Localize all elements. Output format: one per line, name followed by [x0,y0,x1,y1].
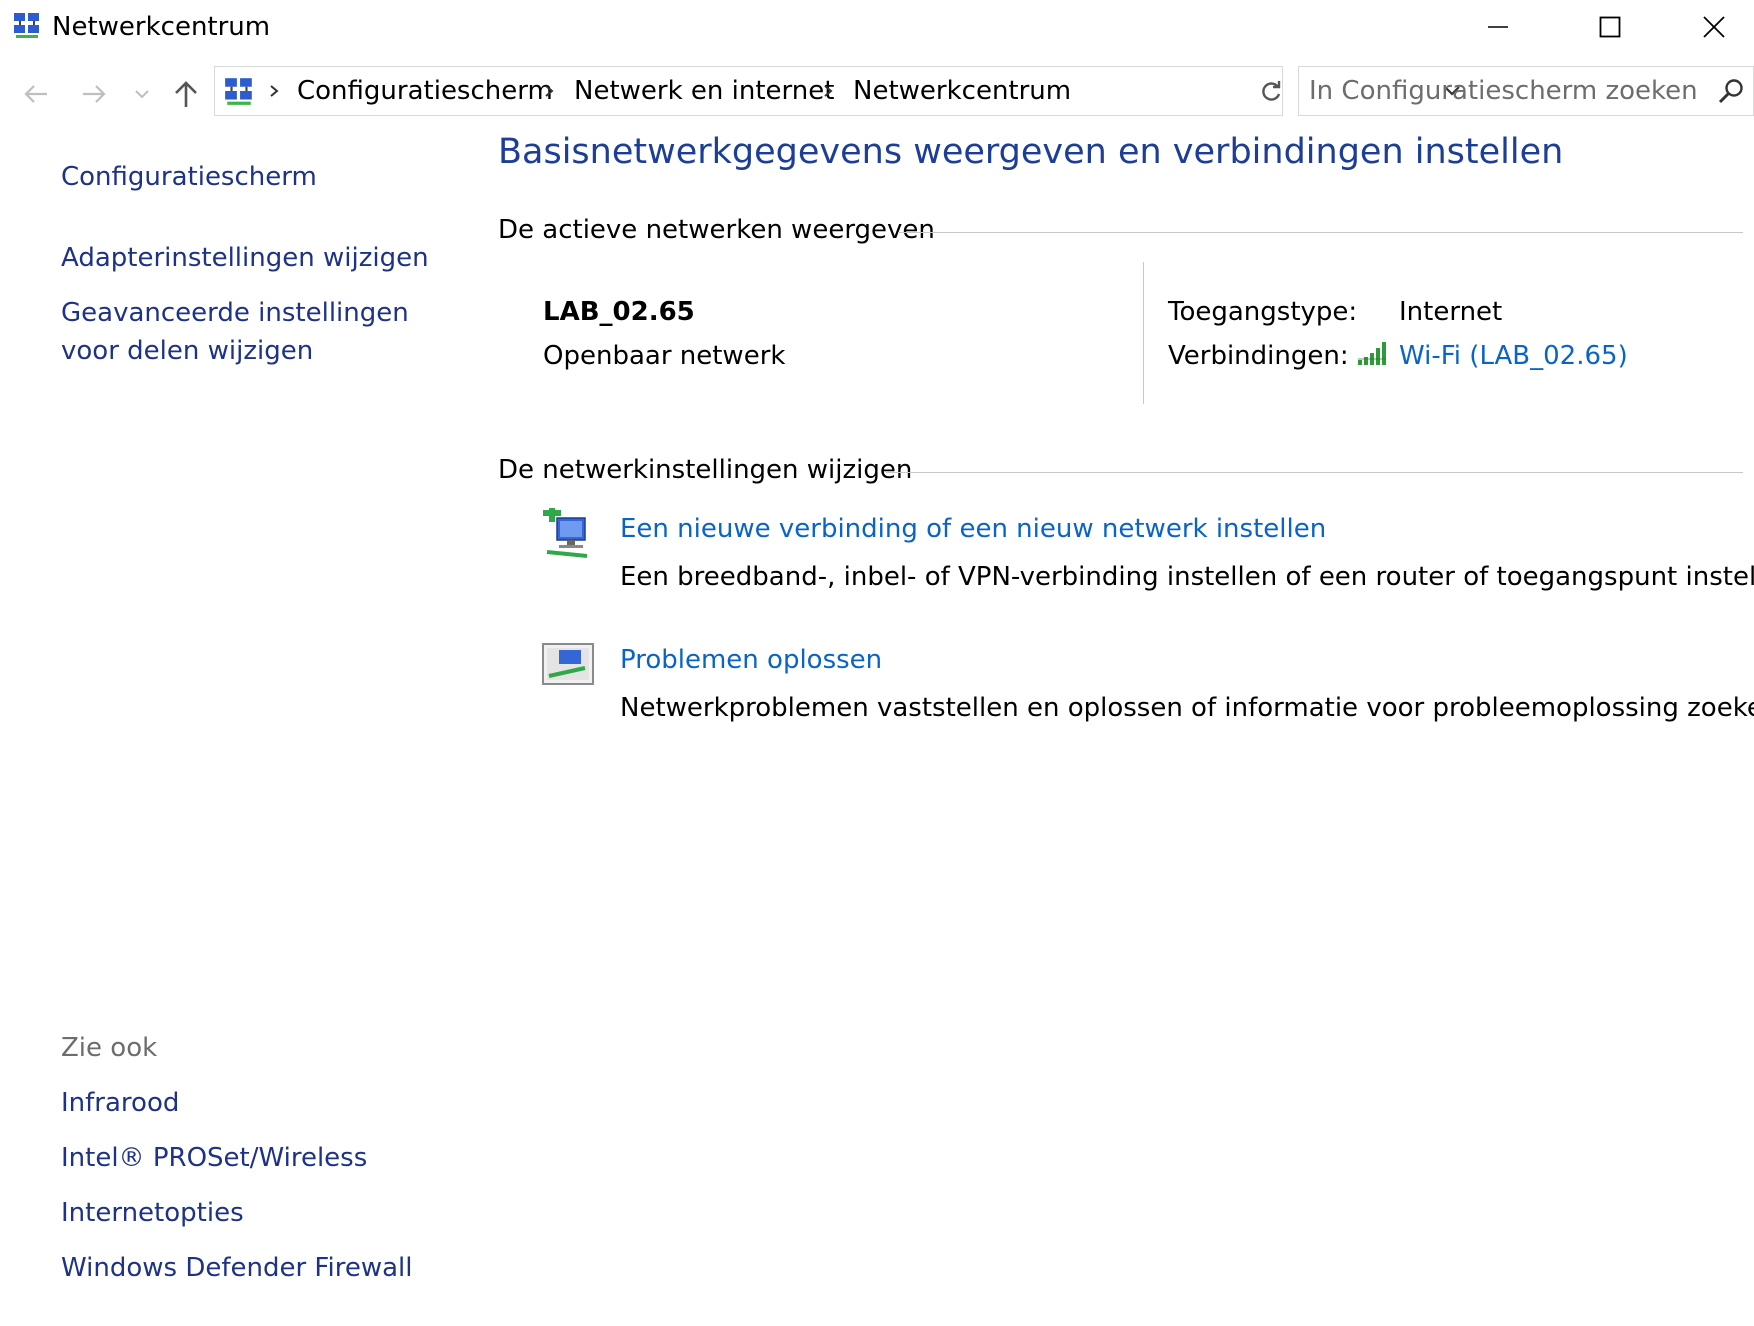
forward-button[interactable] [74,70,114,118]
chevron-down-icon [135,90,149,99]
recent-locations-button[interactable] [124,70,160,118]
minimize-button[interactable] [1446,0,1550,54]
sidebar-link-control-panel[interactable]: Configuratiescherm [61,162,317,192]
network-name: LAB_02.65 [543,297,695,327]
search-icon[interactable] [1717,77,1745,105]
troubleshoot-icon [542,643,594,685]
maximize-button[interactable] [1558,0,1662,54]
access-type-label: Toegangstype: [1168,297,1358,327]
section-divider [886,472,1743,473]
network-center-icon [225,78,252,105]
connection-link-wifi[interactable]: Wi-Fi (LAB_02.65) [1399,341,1628,371]
see-also-link-intel-proset[interactable]: Intel® PROSet/Wireless [61,1143,367,1173]
see-also-heading: Zie ook [61,1033,158,1063]
new-connection-description: Een breedband-, inbel- of VPN-verbinding… [620,562,1754,592]
breadcrumb-separator-icon[interactable] [540,76,558,106]
breadcrumb-separator-icon[interactable] [265,76,283,106]
connections-label: Verbindingen: [1168,341,1349,371]
title-bar: Netwerkcentrum [0,0,1754,54]
network-type[interactable]: Openbaar netwerk [543,341,785,371]
troubleshoot-link[interactable]: Problemen oplossen [620,645,882,675]
breadcrumb-separator-icon[interactable] [819,76,837,106]
window-title: Netwerkcentrum [52,12,271,42]
new-connection-icon [543,508,588,558]
arrow-left-icon [24,85,47,103]
page-title: Basisnetwerkgegevens weergeven en verbin… [498,132,1564,172]
address-bar[interactable]: Configuratiescherm Netwerk en internet N… [214,66,1460,116]
back-button[interactable] [16,70,56,118]
minimize-icon [1488,26,1508,28]
section-divider [898,232,1743,233]
vertical-divider [1143,262,1144,404]
sidebar-link-adapter-settings[interactable]: Adapterinstellingen wijzigen [61,243,429,273]
wifi-signal-icon [1358,342,1386,365]
active-networks-heading: De actieve netwerken weergeven [498,215,935,245]
up-button[interactable] [166,70,206,118]
see-also-link-infrared[interactable]: Infrarood [61,1088,179,1118]
access-type-value: Internet [1399,297,1503,327]
network-center-icon [14,13,39,38]
see-also-link-firewall[interactable]: Windows Defender Firewall [61,1253,412,1283]
breadcrumb-network-internet[interactable]: Netwerk en internet [574,76,834,106]
arrow-up-icon [175,81,197,107]
breadcrumb-control-panel[interactable]: Configuratiescherm [297,76,553,106]
arrow-right-icon [83,85,106,103]
close-button[interactable] [1662,0,1754,54]
search-box[interactable] [1298,66,1754,116]
change-settings-heading: De netwerkinstellingen wijzigen [498,455,913,485]
troubleshoot-description: Netwerkproblemen vaststellen en oplossen… [620,693,1754,723]
see-also-link-internet-options[interactable]: Internetopties [61,1198,244,1228]
maximize-icon [1599,16,1621,38]
refresh-button[interactable] [1254,66,1288,116]
new-connection-link[interactable]: Een nieuwe verbinding of een nieuw netwe… [620,514,1326,544]
close-icon [1703,16,1725,38]
sidebar-link-advanced-sharing[interactable]: Geavanceerde instellingen [61,298,409,328]
breadcrumb-network-center[interactable]: Netwerkcentrum [853,76,1071,106]
refresh-icon [1262,81,1281,101]
search-input[interactable] [1309,73,1699,109]
sidebar-link-advanced-sharing-line2[interactable]: voor delen wijzigen [61,336,313,366]
